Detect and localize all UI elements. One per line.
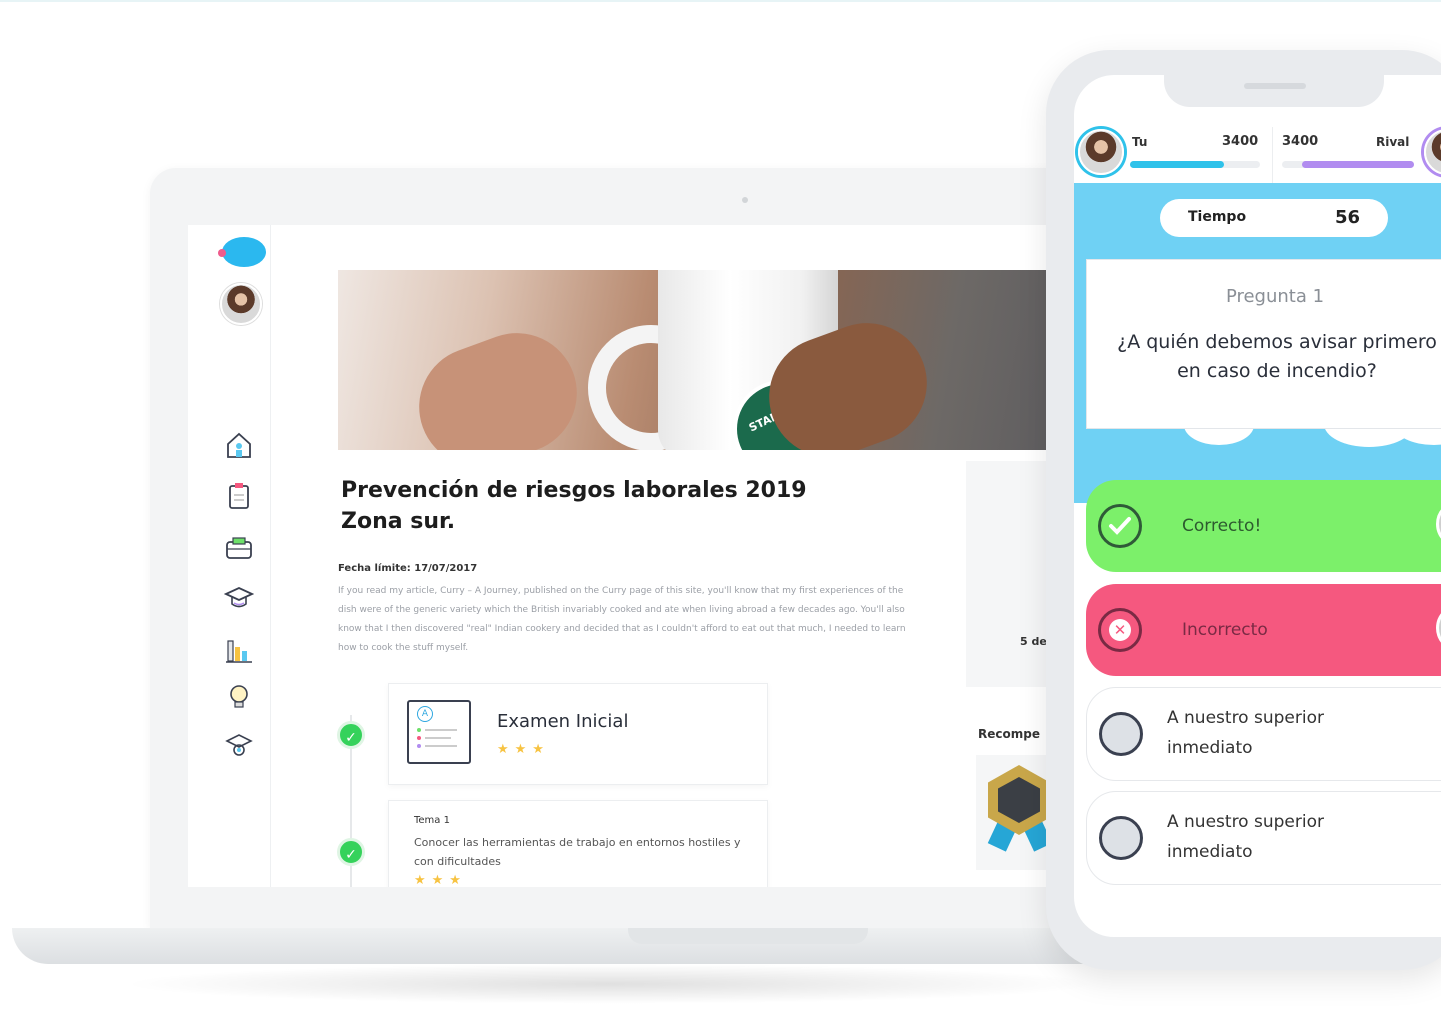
question-text: ¿A quién debemos avisar primero en caso … [1117,331,1437,382]
rival-name: Rival [1376,135,1410,149]
score-header: Tu 3400 3400 Rival [1074,127,1441,183]
timer-label: Tiempo [1188,209,1247,225]
article-hero-image: STARBUC [338,270,1088,450]
hand-shape [402,316,594,450]
answer-text-line-1: A nuestro superior [1167,708,1324,728]
exam-line-icon [417,736,421,740]
incorrect-x-icon: ✕ [1098,608,1142,652]
exam-rating-stars: ★★★ [497,742,550,757]
completed-check-icon: ✓ [337,721,365,749]
exam-line [425,729,457,731]
check-icon [1109,517,1131,535]
answer-option[interactable]: A nuestro superior inmediato [1086,687,1441,781]
x-badge-icon: ✕ [1109,619,1131,641]
rival-avatar [1424,129,1441,175]
phone-notch [1164,75,1384,107]
exam-card[interactable]: A Examen Inicial ★★★ [388,683,768,785]
answer-text: Correcto! [1182,516,1262,536]
bar-chart-icon[interactable] [224,635,254,665]
correct-check-icon [1098,504,1142,548]
tema-rating-stars: ★★★ [414,873,467,887]
clipboard-icon[interactable] [224,481,254,511]
question-number: Pregunta 1 [1225,286,1325,307]
briefcase-icon[interactable] [224,533,254,563]
lightbulb-icon[interactable] [224,681,254,711]
article-title-line-2: Zona sur. [341,509,456,534]
exam-letter-icon: A [417,706,433,722]
question-card: Pregunta 1 ¿A quién debemos avisar prime… [1086,259,1441,429]
article-title: Prevención de riesgos laborales 2019 Zon… [341,475,861,537]
answer-text: Incorrecto [1182,620,1268,640]
answer-avatar [1436,604,1441,652]
answer-option-correct[interactable]: Correcto! [1086,480,1441,572]
exam-sheet-icon: A [407,700,471,764]
player-score: 3400 [1222,134,1259,149]
laptop-base [12,928,1162,964]
exam-line-icon [417,744,421,748]
rewards-heading: Recompe [978,727,1040,741]
phone-screen: Tu 3400 3400 Rival Tiempo 56 Pregunta 1 … [1074,75,1441,937]
deadline-text: Fecha límite: 17/07/2017 [338,563,478,574]
completed-check-icon: ✓ [337,838,365,866]
top-border [0,0,1441,2]
article-title-line-1: Prevención de riesgos laborales 2019 [341,478,807,503]
tema-label: Tema 1 [414,815,450,826]
player-name: Tu [1132,135,1148,149]
timer-pill: Tiempo 56 [1160,199,1388,237]
answer-text-line-1: A nuestro superior [1167,812,1324,832]
exam-line [425,745,457,747]
exam-title: Examen Inicial [497,711,629,732]
sidebar [188,225,271,887]
graduation-cap-icon[interactable] [224,583,254,613]
laptop-screen: STARBUC Prevención de riesgos laborales … [188,225,1088,887]
app-logo[interactable] [218,237,266,267]
answer-option-incorrect[interactable]: ✕ Incorrecto [1086,584,1441,676]
settings-hat-icon[interactable] [224,729,254,759]
radio-circle-icon [1099,712,1143,756]
rival-progress-bar [1302,161,1414,168]
laptop-camera [742,197,748,203]
home-icon[interactable] [224,430,254,460]
timer-value: 56 [1334,207,1360,228]
article-body: If you read my article, Curry – A Journe… [338,586,906,653]
progress-partial-text: 5 de [1020,635,1047,648]
user-avatar[interactable] [220,283,262,325]
laptop-shadow [120,964,1100,1004]
phone-speaker [1244,83,1306,89]
exam-line-icon [417,728,421,732]
player-avatar [1078,129,1124,175]
exam-line [425,737,451,739]
answer-avatar [1436,500,1441,548]
answer-text-line-2: inmediato [1167,738,1253,758]
radio-circle-icon [1099,816,1143,860]
tema-description: Conocer las herramientas de trabajo en e… [414,836,741,868]
answer-option[interactable]: A nuestro superior inmediato [1086,791,1441,885]
laptop-notch [628,928,868,944]
tema-card[interactable]: Tema 1 Conocer las herramientas de traba… [388,800,768,887]
answer-text-line-2: inmediato [1167,842,1253,862]
rival-score: 3400 [1282,134,1319,149]
score-divider [1272,127,1273,183]
player-progress-bar [1130,161,1224,168]
